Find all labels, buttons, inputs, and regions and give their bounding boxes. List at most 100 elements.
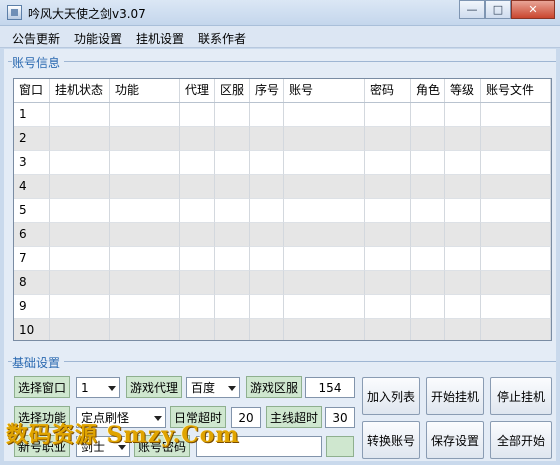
table-cell[interactable] xyxy=(445,199,481,223)
table-cell[interactable] xyxy=(180,103,215,127)
window-select[interactable]: 1 xyxy=(76,377,120,398)
table-cell[interactable] xyxy=(284,175,365,199)
server-input[interactable]: 154 xyxy=(305,377,355,398)
table-cell[interactable] xyxy=(215,151,250,175)
table-cell[interactable] xyxy=(365,295,411,319)
table-cell[interactable] xyxy=(284,247,365,271)
table-cell[interactable] xyxy=(215,175,250,199)
table-row[interactable]: 6 xyxy=(14,223,551,247)
table-cell[interactable] xyxy=(284,295,365,319)
row-window-number[interactable]: 3 xyxy=(14,151,50,175)
table-cell[interactable] xyxy=(284,103,365,127)
table-cell[interactable] xyxy=(180,319,215,340)
function-select[interactable]: 定点刷怪 xyxy=(76,407,166,428)
table-cell[interactable] xyxy=(110,151,180,175)
table-cell[interactable] xyxy=(110,127,180,151)
table-cell[interactable] xyxy=(250,223,284,247)
table-cell[interactable] xyxy=(110,223,180,247)
table-cell[interactable] xyxy=(411,199,445,223)
table-cell[interactable] xyxy=(284,199,365,223)
table-cell[interactable] xyxy=(365,199,411,223)
row-window-number[interactable]: 8 xyxy=(14,271,50,295)
table-cell[interactable] xyxy=(284,319,365,340)
table-cell[interactable] xyxy=(445,247,481,271)
table-cell[interactable] xyxy=(215,295,250,319)
table-cell[interactable] xyxy=(411,271,445,295)
table-cell[interactable] xyxy=(50,127,110,151)
switch-account-button[interactable]: 转换账号 xyxy=(362,421,420,459)
row-window-number[interactable]: 5 xyxy=(14,199,50,223)
table-cell[interactable] xyxy=(110,103,180,127)
table-cell[interactable] xyxy=(250,271,284,295)
table-cell[interactable] xyxy=(411,247,445,271)
column-header-server[interactable]: 区服 xyxy=(215,79,250,102)
table-cell[interactable] xyxy=(284,151,365,175)
table-cell[interactable] xyxy=(481,295,551,319)
column-header-account-file[interactable]: 账号文件 xyxy=(481,79,551,102)
table-cell[interactable] xyxy=(215,199,250,223)
table-row[interactable]: 1 xyxy=(14,103,551,127)
start-hook-button[interactable]: 开始挂机 xyxy=(426,377,484,415)
menu-function-settings[interactable]: 功能设置 xyxy=(74,30,122,47)
maximize-button[interactable]: □ xyxy=(485,0,511,19)
table-cell[interactable] xyxy=(365,127,411,151)
table-cell[interactable] xyxy=(180,151,215,175)
table-cell[interactable] xyxy=(215,127,250,151)
table-cell[interactable] xyxy=(250,127,284,151)
table-cell[interactable] xyxy=(481,271,551,295)
table-cell[interactable] xyxy=(110,175,180,199)
table-cell[interactable] xyxy=(215,319,250,340)
row-window-number[interactable]: 7 xyxy=(14,247,50,271)
table-cell[interactable] xyxy=(180,199,215,223)
table-cell[interactable] xyxy=(250,175,284,199)
table-cell[interactable] xyxy=(445,223,481,247)
table-cell[interactable] xyxy=(215,223,250,247)
table-cell[interactable] xyxy=(284,223,365,247)
table-row[interactable]: 10 xyxy=(14,319,551,340)
table-row[interactable]: 5 xyxy=(14,199,551,223)
table-cell[interactable] xyxy=(365,223,411,247)
save-settings-button[interactable]: 保存设置 xyxy=(426,421,484,459)
column-header-window[interactable]: 窗口 xyxy=(14,79,50,102)
column-header-hook-status[interactable]: 挂机状态 xyxy=(50,79,110,102)
column-header-account[interactable]: 账号 xyxy=(284,79,365,102)
table-cell[interactable] xyxy=(481,127,551,151)
table-cell[interactable] xyxy=(481,103,551,127)
table-cell[interactable] xyxy=(180,175,215,199)
table-cell[interactable] xyxy=(481,223,551,247)
table-cell[interactable] xyxy=(250,199,284,223)
table-cell[interactable] xyxy=(445,271,481,295)
table-cell[interactable] xyxy=(50,103,110,127)
table-cell[interactable] xyxy=(445,319,481,340)
menu-hook-settings[interactable]: 挂机设置 xyxy=(136,30,184,47)
table-cell[interactable] xyxy=(445,295,481,319)
table-cell[interactable] xyxy=(180,247,215,271)
table-cell[interactable] xyxy=(284,271,365,295)
table-cell[interactable] xyxy=(411,103,445,127)
table-cell[interactable] xyxy=(50,319,110,340)
table-cell[interactable] xyxy=(365,271,411,295)
table-cell[interactable] xyxy=(481,247,551,271)
table-cell[interactable] xyxy=(250,151,284,175)
stop-hook-button[interactable]: 停止挂机 xyxy=(490,377,552,415)
table-cell[interactable] xyxy=(250,103,284,127)
table-cell[interactable] xyxy=(365,151,411,175)
table-cell[interactable] xyxy=(50,247,110,271)
close-button[interactable]: ✕ xyxy=(511,0,555,19)
table-cell[interactable] xyxy=(50,223,110,247)
table-cell[interactable] xyxy=(481,199,551,223)
table-cell[interactable] xyxy=(365,319,411,340)
row-window-number[interactable]: 6 xyxy=(14,223,50,247)
table-cell[interactable] xyxy=(250,247,284,271)
table-row[interactable]: 3 xyxy=(14,151,551,175)
table-cell[interactable] xyxy=(110,271,180,295)
table-cell[interactable] xyxy=(180,271,215,295)
row-window-number[interactable]: 4 xyxy=(14,175,50,199)
column-header-function[interactable]: 功能 xyxy=(110,79,180,102)
table-cell[interactable] xyxy=(215,103,250,127)
table-cell[interactable] xyxy=(445,175,481,199)
table-cell[interactable] xyxy=(50,175,110,199)
add-to-list-button[interactable]: 加入列表 xyxy=(362,377,420,415)
table-cell[interactable] xyxy=(481,319,551,340)
class-select[interactable]: 剑士 xyxy=(76,436,130,457)
